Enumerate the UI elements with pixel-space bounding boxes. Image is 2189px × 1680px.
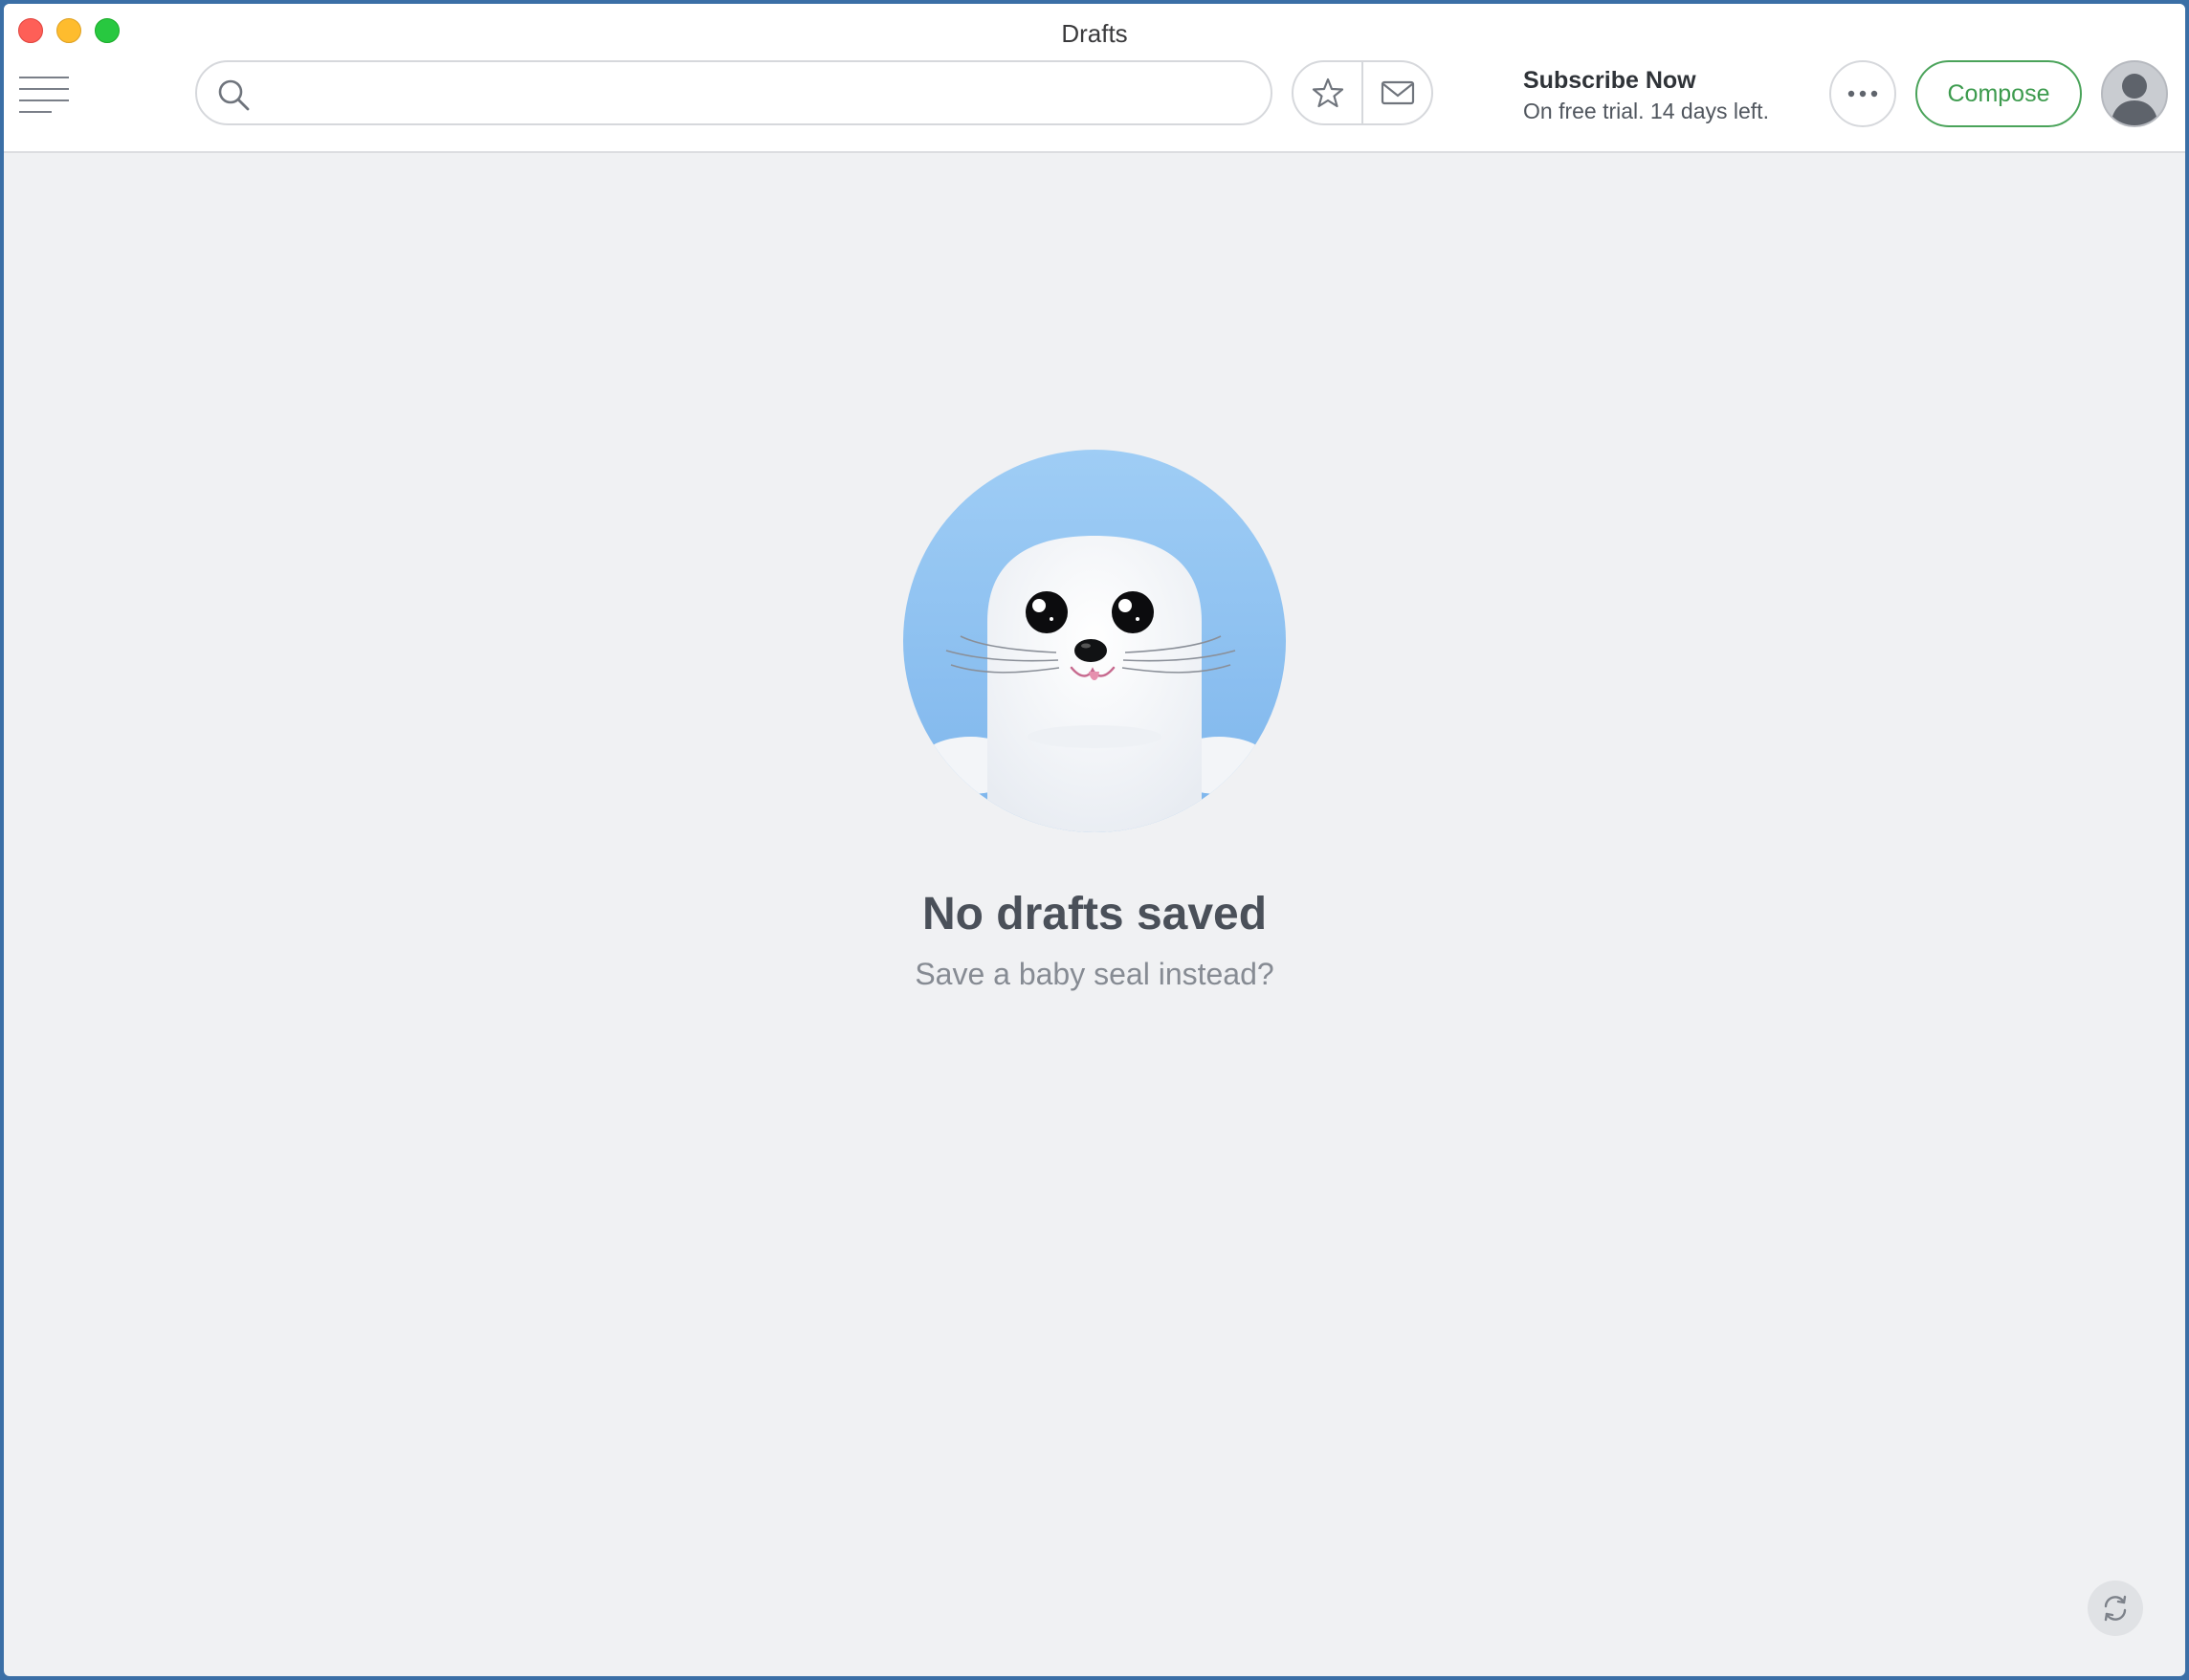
toolbar: Drafts Subscribe Now On free trial. 14 d… <box>4 4 2185 153</box>
app-window: Drafts Subscribe Now On free trial. 14 d… <box>4 4 2185 1676</box>
search-input[interactable] <box>264 70 1248 118</box>
empty-state-title: No drafts saved <box>921 889 1268 939</box>
search-bar[interactable] <box>195 60 1272 125</box>
baby-seal-illustration <box>903 450 1286 832</box>
more-options-button[interactable] <box>1829 60 1896 127</box>
trial-status: On free trial. 14 days left. <box>1523 99 1769 123</box>
empty-state-subtitle: Save a baby seal instead? <box>915 957 1274 991</box>
starred-filter-button[interactable] <box>1294 62 1361 123</box>
window-title: Drafts <box>1061 19 1128 48</box>
hamburger-menu-icon[interactable] <box>19 75 69 115</box>
unread-filter-button[interactable] <box>1361 62 1431 123</box>
star-icon <box>1312 77 1343 108</box>
envelope-icon <box>1381 80 1414 105</box>
subscribe-now-link[interactable]: Subscribe Now On free trial. 14 days lef… <box>1523 67 1769 124</box>
subscribe-title: Subscribe Now <box>1523 67 1696 94</box>
refresh-icon <box>2104 1595 2127 1622</box>
refresh-button[interactable] <box>2088 1581 2143 1636</box>
filter-segmented-control <box>1292 60 1433 125</box>
compose-button[interactable]: Compose <box>1915 60 2082 127</box>
search-icon <box>218 79 250 111</box>
ellipsis-icon <box>1847 90 1878 98</box>
user-avatar-icon[interactable] <box>2101 60 2168 127</box>
